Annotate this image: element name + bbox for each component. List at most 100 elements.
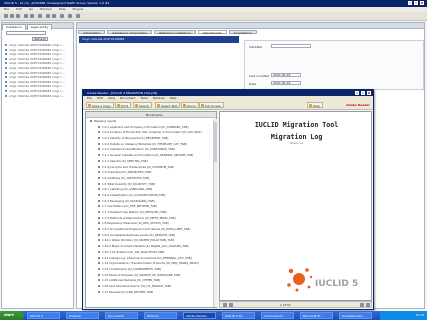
bookmark-icon [98,125,100,128]
bookmark-label: Mapping results [94,119,117,123]
tab-substance[interactable]: Substance [2,24,26,30]
bookmark-label: 1.6.2 Classification [IU_CLASSIFICATION_… [102,192,166,197]
substance-icon [5,53,7,56]
start-button[interactable]: start [0,311,24,320]
bookmark-icon [98,154,100,157]
tab-information[interactable]: Information [78,30,106,35]
tab-composition[interactable]: Substance composition [107,30,153,35]
taskbar-button[interactable]: Document [105,312,138,319]
taskbar-button[interactable]: SampleCollec... [339,312,372,319]
taskbar-button[interactable]: Explorer [66,312,99,319]
bookmark-icon [98,267,100,270]
last-modified-field[interactable]: 2007-02-16 [271,73,301,77]
taskbar-button[interactable]: Microsoft E... [300,312,333,319]
minimize-button[interactable] [408,1,412,5]
import-icon[interactable] [46,14,50,18]
tab-reference-substance[interactable]: Reference substance [154,30,196,35]
tab-attachments[interactable]: Attachments [197,30,227,35]
substance-icon [5,76,7,79]
bookmark-icon [98,284,100,287]
substance-tree: vinyl chloride 2CPYX100082 vinyl c... vin… [2,43,73,98]
taskbar-button[interactable]: Adobe Reader [183,312,216,319]
select-text-button[interactable]: Select Text [155,102,181,108]
bookmark-label: 1.16 Last Literature Search [IU_LIT_SEAR… [102,283,171,288]
close-button[interactable] [420,1,424,5]
bookmark-label: 1.6.3 Packaging [IU_PACKAGING_TAB] [102,198,155,203]
bookmarks-panel: Bookmarks Mapping results 1.0.1 Applicant… [85,111,217,308]
document-subtitle: Migration Log [270,133,323,141]
bookmark-label: 1.1.0 Substance Identification [IU_SUBST… [102,147,175,152]
print-icon [117,104,120,107]
help-icon[interactable] [76,14,80,18]
bookmark-label: 1.12 Organisations / Transformation Prod… [102,261,199,266]
tab-annotations[interactable]: Annotations [228,30,257,35]
substance-icon [5,62,7,65]
collapse-icon[interactable] [90,120,92,122]
save-copy-button[interactable]: Save a Copy [86,102,114,108]
forward-icon[interactable] [30,14,34,18]
search-icon[interactable] [60,14,64,18]
system-tray: 10:22 [380,311,427,320]
scrollbar-thumb[interactable] [214,122,217,162]
prev-page-icon[interactable] [229,303,233,307]
taskbar-button[interactable]: IUCLID 4 M... [222,312,255,319]
help-button[interactable]: Help [307,102,323,108]
export-icon[interactable] [52,14,56,18]
search-input[interactable] [6,31,46,35]
print-icon[interactable] [68,14,72,18]
substance-tree-label: vinyl chloride 2CPYX100082 vinyl c... [9,61,65,66]
bookmark-label: 1.0.4 Details on Category/Template [IU_T… [102,141,187,146]
save-icon[interactable] [16,14,20,18]
date-label: Date [249,82,257,86]
reader-minimize-button[interactable] [355,91,359,95]
substance-icon [5,48,7,51]
bookmark-icon [98,245,100,248]
substance-icon [5,94,7,97]
bookmark-icon [98,211,100,213]
zoom-icon [183,104,186,107]
delete-icon[interactable] [38,14,42,18]
bookmark-label: 1.0.1 Applicant and Company Information … [102,124,189,129]
editor-tabs: Information Substance composition Refere… [78,30,423,35]
next-page-icon[interactable] [360,303,364,307]
iuclid-logo-text: IUCLID 5 [315,279,359,289]
zoom-button[interactable]: Zoom [181,102,199,108]
bookmark-label: 1.4 Additives [IU_ADDITIVES_TAB] [102,175,150,180]
first-page-icon[interactable] [223,303,227,307]
bookmark-item[interactable]: 1.17 Reviews [IU_ADD_REVIEW_TAB] [86,290,216,296]
bookmarks-scrollbar[interactable] [213,119,217,307]
open-icon[interactable] [10,14,14,18]
reader-maximize-button[interactable] [361,91,365,95]
bookmark-icon [98,205,100,208]
identifier-field[interactable] [271,44,311,48]
adobe-reader-logo[interactable]: Adobe Reader [345,102,371,108]
taskbar-button[interactable]: Command P... [261,312,294,319]
taskbar-button[interactable]: Outlook [144,312,177,319]
substance-icon [5,80,7,83]
back-icon[interactable] [24,14,28,18]
full-screen-button[interactable]: Full Screen [199,102,225,108]
substance-tree-label: vinyl chloride 2CPYX100082 vinyl c... [9,47,65,52]
maximize-button[interactable] [414,1,418,5]
bookmark-icon [98,290,100,293]
last-page-icon[interactable] [366,303,370,307]
search-icon [135,104,138,107]
bookmark-icon [98,165,100,168]
substance-tree-label: vinyl chloride 2CPYX100082 vinyl c... [9,84,65,89]
refresh-button[interactable]: Refresh [32,37,48,41]
taskbar-button[interactable]: IUCLID 5 [27,312,60,319]
new-icon[interactable] [4,14,8,18]
print-button[interactable]: Print [115,102,131,108]
reader-close-button[interactable] [367,91,371,95]
bookmark-icon [98,137,100,140]
substance-tree-label: vinyl chloride 2CPYX100082 vinyl c... [9,56,65,61]
substance-tree-item[interactable]: vinyl chloride 2CPYX100082 vinyl c... [2,94,73,99]
date-field[interactable]: 2007-02-16 [271,81,301,85]
adobe-reader-window: Adobe Reader - [IUCLID 4 MIGRATION LOG.p… [82,89,374,310]
bookmark-label: 1.3 Impurities [IU_IMPURITIES_TAB] [102,170,152,175]
tab-legal-entity[interactable]: Legal entity [26,24,53,30]
substance-icon [5,89,7,92]
bookmark-label: 1.17 Reviews [IU_ADD_REVIEW_TAB] [102,289,154,294]
last-modified-label: Last modified [249,74,270,78]
search-button[interactable]: Search [133,102,153,108]
